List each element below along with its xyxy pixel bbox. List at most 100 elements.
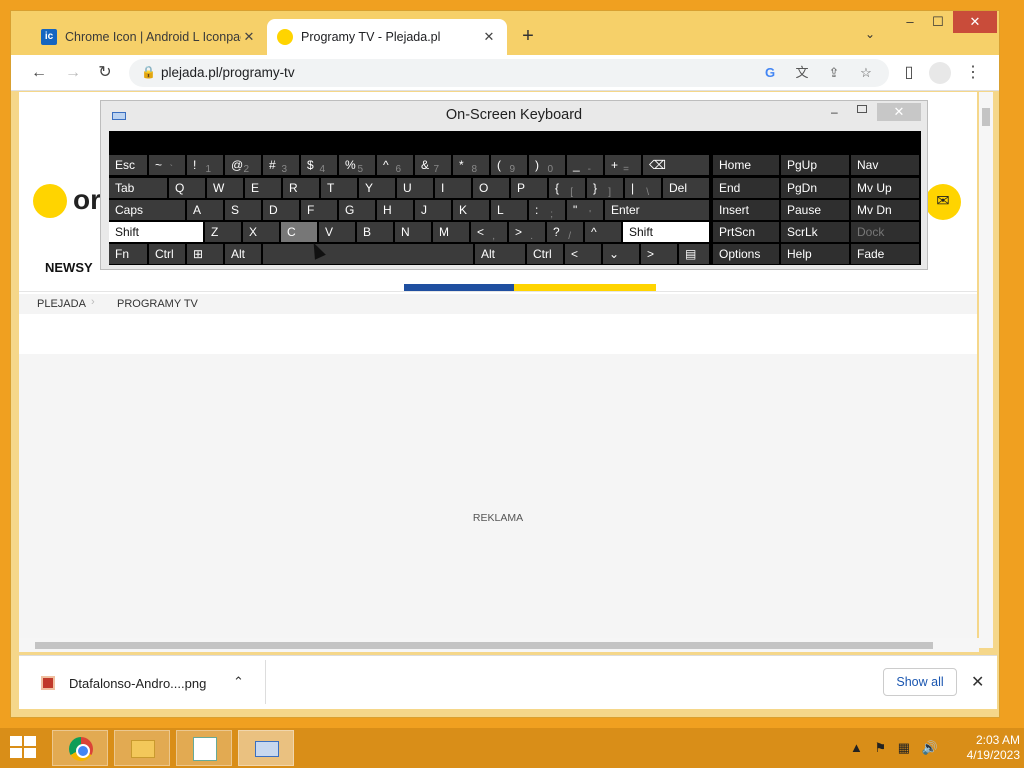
osk-key[interactable]: _ - <box>567 155 603 175</box>
osk-nav-key[interactable]: PgDn <box>781 178 849 198</box>
maximize-button[interactable]: ☐ <box>925 11 951 33</box>
download-filename[interactable]: Dtafalonso-Andro....png <box>69 676 206 691</box>
osk-key[interactable]: ! 1 <box>187 155 223 175</box>
scrollbar-thumb[interactable] <box>982 108 990 126</box>
nav-item-newsy[interactable]: NEWSY <box>45 260 93 275</box>
osk-key[interactable]: }] <box>587 178 623 198</box>
osk-nav-key[interactable]: Insert <box>713 200 779 220</box>
osk-key[interactable]: * 8 <box>453 155 489 175</box>
bookmark-star-icon[interactable]: ☆ <box>857 64 875 82</box>
volume-icon[interactable]: 🔊 <box>922 740 938 755</box>
osk-key[interactable]: K <box>453 200 489 220</box>
osk-key[interactable]: " ' <box>567 200 603 220</box>
osk-key[interactable]: Alt <box>225 244 261 264</box>
mail-icon[interactable]: ✉ <box>925 184 961 220</box>
osk-key[interactable]: H <box>377 200 413 220</box>
osk-nav-key[interactable]: Options <box>713 244 779 264</box>
tab-programy-tv[interactable]: Programy TV - Plejada.pl ✕ <box>267 19 507 55</box>
tab-chrome-icon[interactable]: ic Chrome Icon | Android L Iconpac ✕ <box>31 19 267 55</box>
osk-key[interactable]: Esc <box>109 155 147 175</box>
address-bar[interactable]: 🔒 plejada.pl/programy-tv G 文 ⇪ ☆ <box>129 59 889 87</box>
osk-key[interactable]: $4 <box>301 155 337 175</box>
taskbar-file-explorer[interactable] <box>114 730 170 766</box>
osk-key[interactable] <box>263 244 473 264</box>
clock[interactable]: 2:03 AM 4/19/2023 <box>944 733 1020 763</box>
osk-key[interactable]: & 7 <box>415 155 451 175</box>
osk-key[interactable]: O <box>473 178 509 198</box>
osk-key[interactable]: ⊞ <box>187 244 223 264</box>
osk-key[interactable]: ^ 6 <box>377 155 413 175</box>
osk-key[interactable]: G <box>339 200 375 220</box>
close-window-button[interactable]: ✕ <box>953 11 997 33</box>
osk-key[interactable]: B <box>357 222 393 242</box>
osk-key[interactable]: Tab <box>109 178 167 198</box>
osk-nav-key[interactable]: Help <box>781 244 849 264</box>
osk-key[interactable]: ⌫ <box>643 155 709 175</box>
osk-key[interactable]: <, <box>471 222 507 242</box>
osk-titlebar[interactable]: On-Screen Keyboard – ✕ <box>101 101 927 131</box>
osk-key[interactable]: V <box>319 222 355 242</box>
new-tab-icon[interactable]: + <box>517 25 539 48</box>
osk-key[interactable]: ▤ <box>679 244 709 264</box>
osk-key[interactable]: M <box>433 222 469 242</box>
osk-nav-key[interactable]: PrtScn <box>713 222 779 242</box>
osk-key[interactable]: | \ <box>625 178 661 198</box>
osk-key[interactable]: Caps <box>109 200 185 220</box>
osk-key[interactable]: Alt <box>475 244 525 264</box>
osk-key[interactable]: P <box>511 178 547 198</box>
osk-key[interactable]: ^ <box>585 222 621 242</box>
osk-key[interactable]: X <box>243 222 279 242</box>
back-icon[interactable]: ← <box>29 63 49 83</box>
osk-nav-key[interactable]: Mv Dn <box>851 200 919 220</box>
osk-key[interactable]: A <box>187 200 223 220</box>
osk-key[interactable]: + = <box>605 155 641 175</box>
osk-key[interactable]: C <box>281 222 317 242</box>
osk-nav-key[interactable]: Mv Up <box>851 178 919 198</box>
windows-start-icon[interactable] <box>10 736 38 760</box>
chevron-up-icon[interactable]: ⌃ <box>233 674 244 690</box>
osk-key[interactable]: > <box>641 244 677 264</box>
osk-key[interactable]: Y <box>359 178 395 198</box>
osk-key[interactable]: T <box>321 178 357 198</box>
osk-key[interactable]: @2 <box>225 155 261 175</box>
tab-close-icon[interactable]: ✕ <box>481 29 497 45</box>
close-icon[interactable]: ✕ <box>971 672 984 692</box>
osk-close-button[interactable]: ✕ <box>877 103 921 121</box>
action-center-flag-icon[interactable]: ⚑ <box>875 740 887 755</box>
osk-key[interactable]: R <box>283 178 319 198</box>
share-icon[interactable]: ⇪ <box>825 64 843 82</box>
osk-key[interactable]: {[ <box>549 178 585 198</box>
osk-key[interactable]: ) 0 <box>529 155 565 175</box>
osk-key[interactable]: I <box>435 178 471 198</box>
osk-key[interactable]: L <box>491 200 527 220</box>
reload-icon[interactable]: ↻ <box>95 63 115 83</box>
plejada-logo-dot[interactable] <box>33 184 67 218</box>
osk-key[interactable]: U <box>397 178 433 198</box>
osk-key[interactable]: F <box>301 200 337 220</box>
osk-key[interactable]: ~ ` <box>149 155 185 175</box>
lock-icon[interactable]: 🔒 <box>141 65 156 79</box>
osk-key[interactable]: >. <box>509 222 545 242</box>
taskbar-chrome[interactable] <box>52 730 108 766</box>
osk-key[interactable]: Ctrl <box>149 244 185 264</box>
show-all-button[interactable]: Show all <box>883 668 957 696</box>
osk-key[interactable]: ⌄ <box>603 244 639 264</box>
translate-icon[interactable]: 文 <box>793 64 811 82</box>
side-panel-icon[interactable]: ▯ <box>899 63 919 83</box>
osk-key[interactable]: D <box>263 200 299 220</box>
show-hidden-icons-icon[interactable]: ▲ <box>850 740 863 755</box>
osk-key[interactable]: Ctrl <box>527 244 563 264</box>
tab-close-icon[interactable]: ✕ <box>241 29 257 45</box>
osk-key[interactable]: W <box>207 178 243 198</box>
osk-key[interactable]: S <box>225 200 261 220</box>
osk-nav-key[interactable]: PgUp <box>781 155 849 175</box>
profile-avatar-icon[interactable] <box>929 62 951 84</box>
osk-key[interactable]: Shift <box>623 222 709 242</box>
osk-key[interactable]: (9 <box>491 155 527 175</box>
osk-key[interactable]: Fn <box>109 244 147 264</box>
breadcrumb-programy-tv[interactable]: PROGRAMY TV <box>117 298 198 310</box>
osk-key[interactable]: ? / <box>547 222 583 242</box>
osk-nav-key[interactable]: ScrLk <box>781 222 849 242</box>
site-logo-text[interactable]: or <box>73 184 101 216</box>
osk-key[interactable]: :; <box>529 200 565 220</box>
